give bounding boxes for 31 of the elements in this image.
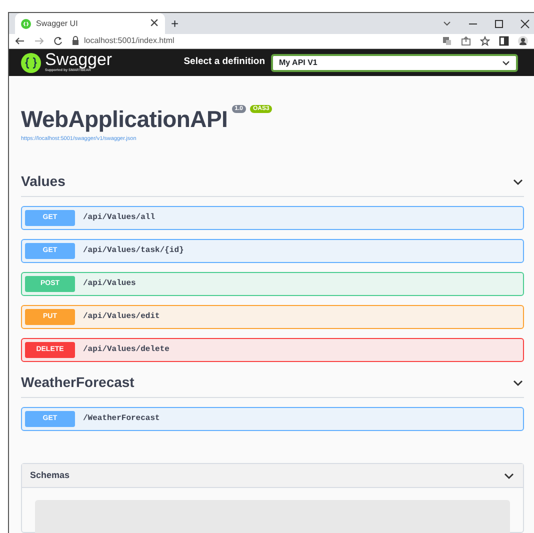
version-badge: 1.0 — [232, 105, 246, 114]
new-tab-button[interactable]: + — [171, 14, 179, 34]
browser-tab[interactable]: Swagger UI × — [15, 13, 165, 34]
section-header[interactable]: Values — [21, 167, 524, 197]
endpoint-path: /api/Values — [83, 278, 136, 290]
back-arrow-icon[interactable] — [15, 36, 25, 46]
brand-name: Swagger — [45, 51, 112, 68]
share-icon[interactable] — [461, 36, 471, 46]
endpoint-path: /api/Values/task/{id} — [83, 245, 184, 257]
definition-select[interactable]: My API V1 — [271, 54, 518, 72]
reload-icon[interactable] — [53, 36, 63, 46]
close-icon[interactable] — [520, 18, 530, 28]
endpoint-path: /api/Values/all — [83, 212, 156, 224]
star-icon[interactable] — [480, 36, 490, 46]
maximize-icon[interactable] — [494, 18, 504, 28]
definition-label: Select a definition — [184, 55, 265, 70]
close-tab-button[interactable]: × — [150, 13, 159, 36]
caret-icon — [502, 58, 510, 66]
endpoint-path: /WeatherForecast — [83, 413, 160, 425]
oas-badge: OAS3 — [250, 105, 272, 114]
lock-icon — [72, 36, 79, 46]
section-header[interactable]: WeatherForecast — [21, 368, 524, 398]
endpoint-path: /api/Values/delete — [83, 344, 170, 356]
endpoint-path: /api/Values/edit — [83, 311, 160, 323]
profile-icon[interactable] — [518, 36, 528, 46]
swagger-logo-icon — [21, 52, 41, 72]
chevron-down-icon[interactable] — [442, 18, 452, 28]
schemas-header[interactable]: Schemas — [22, 464, 523, 488]
api-title: WebApplicationAPI — [21, 106, 228, 132]
site-icon — [21, 18, 31, 28]
side-panel-icon[interactable] — [499, 36, 509, 46]
